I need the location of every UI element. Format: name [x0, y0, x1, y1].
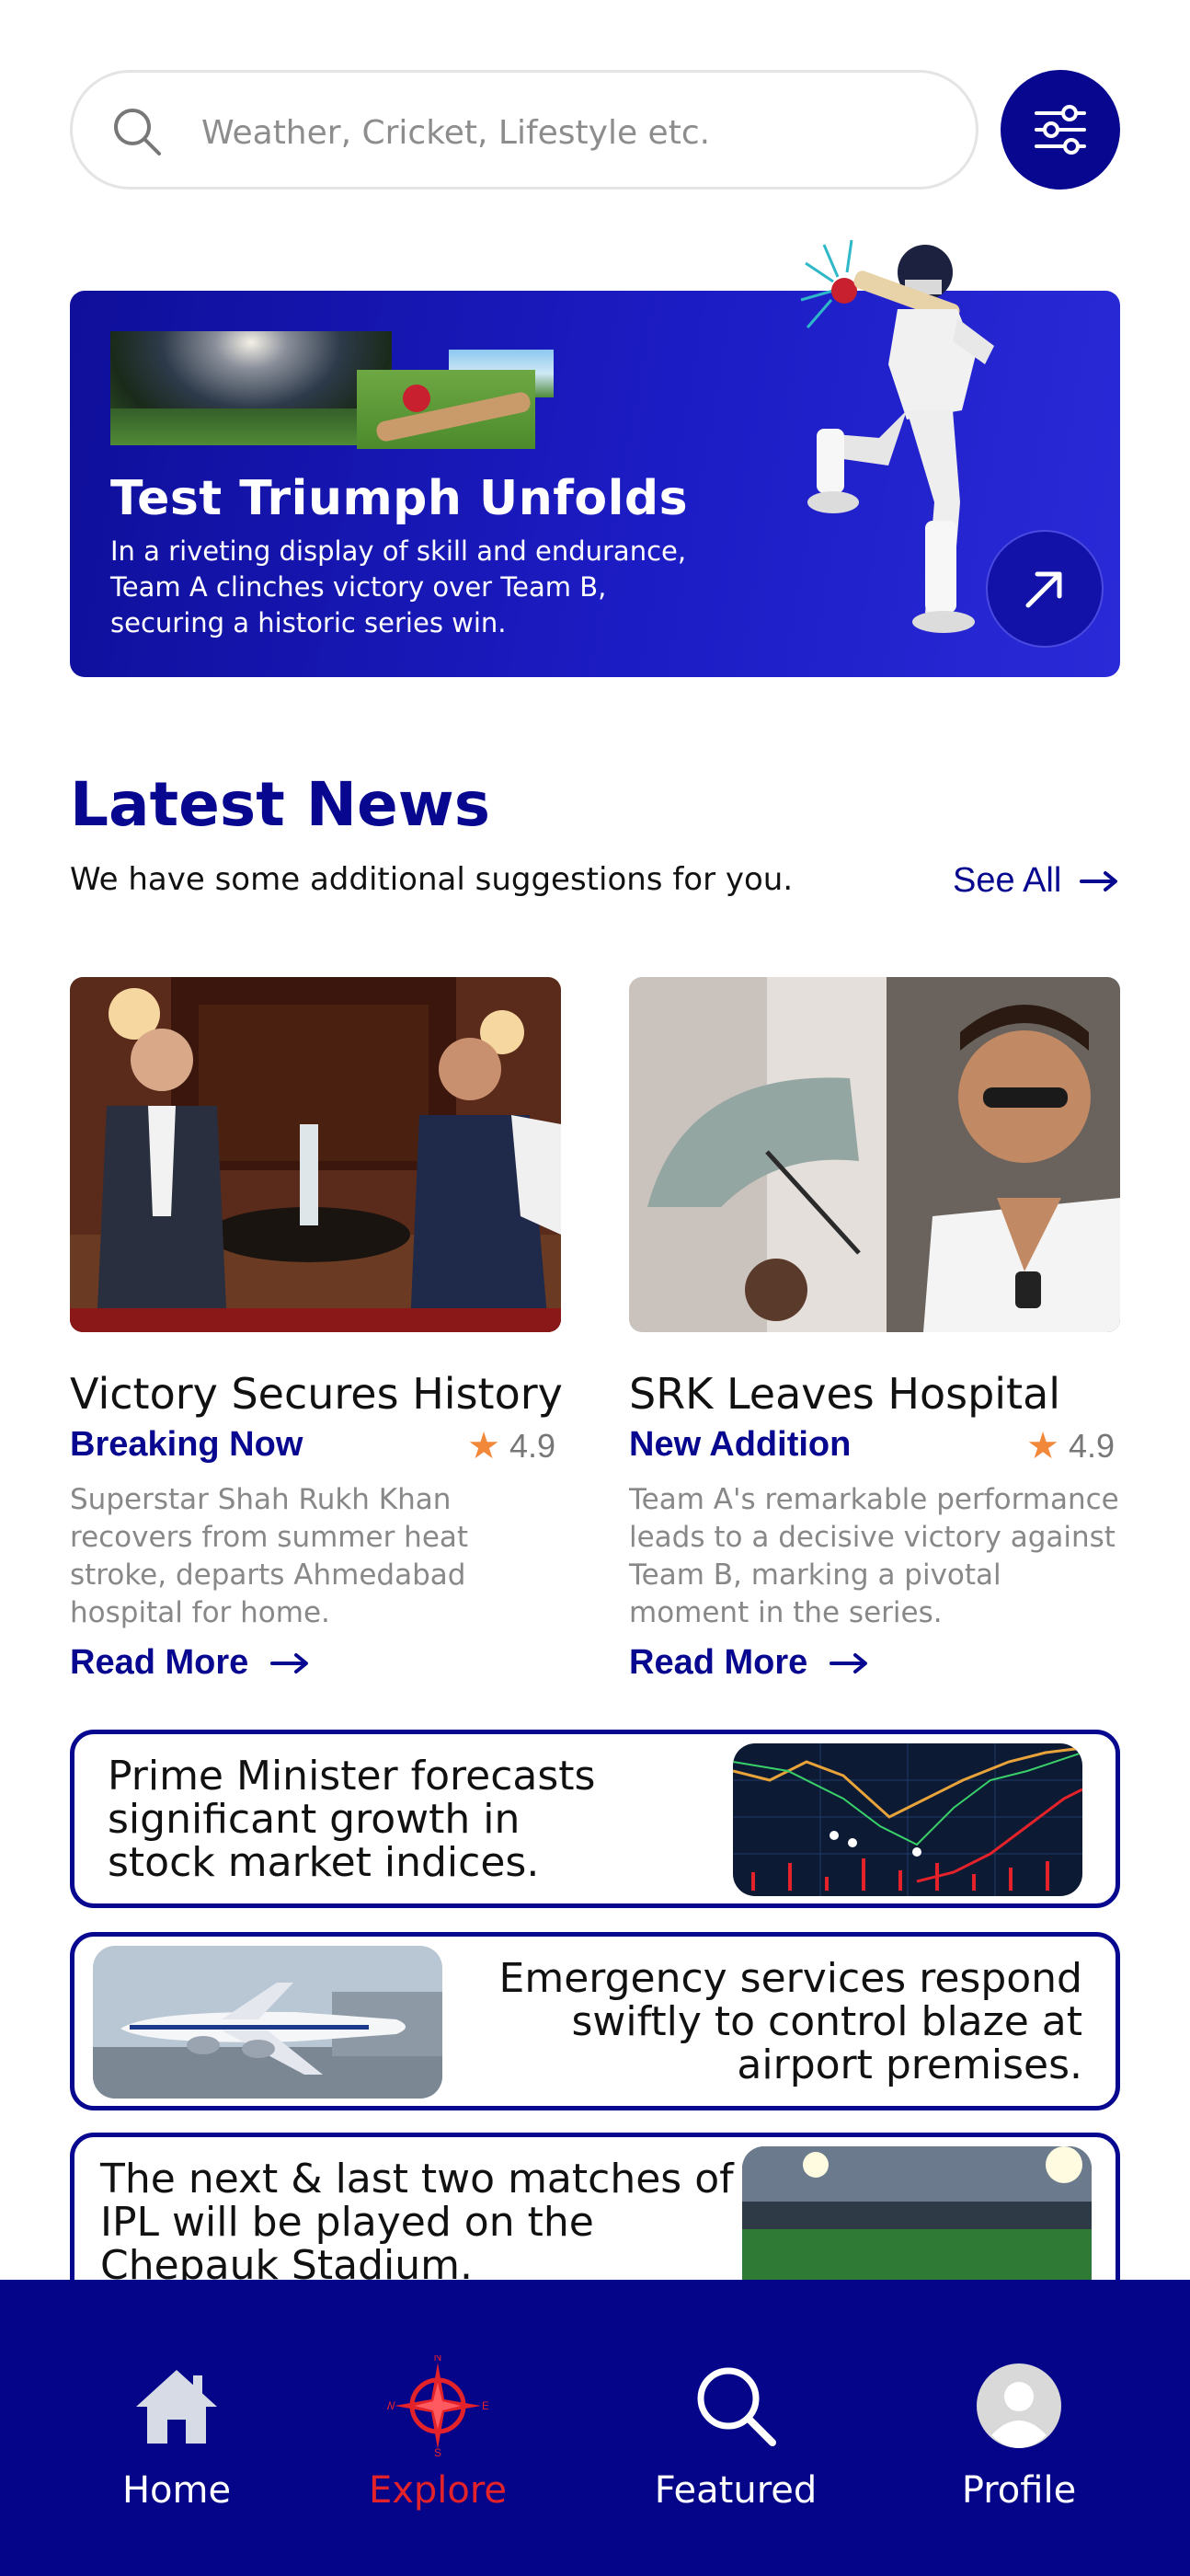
read-more-link[interactable]: Read More — [70, 1643, 309, 1683]
star-icon: ★ — [467, 1426, 500, 1466]
airplane-image — [93, 1946, 442, 2099]
search-icon — [114, 109, 161, 155]
celebrity-image — [629, 977, 1120, 1332]
bottom-navigation: Home N S W E Explore Featured Profile — [0, 2280, 1190, 2576]
hero-banner[interactable]: Test Triumph Unfolds In a riveting displ… — [70, 239, 1120, 677]
rating-value: 4.9 — [1068, 1427, 1115, 1465]
read-more-link[interactable]: Read More — [629, 1643, 868, 1683]
svg-text:S: S — [434, 2446, 441, 2456]
news-list-text: Emergency services respond swiftly to co… — [498, 1955, 1082, 2088]
interview-image — [70, 977, 561, 1332]
see-all-link[interactable]: See All — [953, 861, 1118, 901]
card-rating: ★ 4.9 — [1026, 1425, 1115, 1467]
compass-icon: N S W E — [387, 2355, 488, 2456]
latest-news-subtitle: We have some additional suggestions for … — [70, 861, 794, 898]
read-more-label: Read More — [629, 1643, 808, 1682]
card-title: Victory Secures History — [70, 1369, 563, 1419]
filter-button[interactable] — [1001, 70, 1120, 190]
card-description: Superstar Shah Rukh Khan recovers from s… — [70, 1483, 469, 1629]
nav-label: Featured — [654, 2469, 818, 2512]
news-list-text: The next & last two matches of IPL will … — [100, 2156, 734, 2289]
search-icon — [697, 2367, 776, 2446]
news-list-item[interactable]: Prime Minister forecasts significant gro… — [70, 1730, 1120, 1908]
stock-chart-image — [733, 1743, 1082, 1896]
home-icon — [136, 2370, 217, 2444]
stadium-image — [110, 331, 392, 445]
arrow-right-icon — [270, 1652, 309, 1673]
card-title: SRK Leaves Hospital — [629, 1369, 1061, 1419]
sliders-icon — [1035, 105, 1086, 155]
svg-text:N: N — [434, 2355, 442, 2363]
hero-open-button[interactable] — [986, 530, 1104, 648]
arrow-up-right-icon — [1025, 571, 1062, 608]
user-avatar-icon — [977, 2363, 1061, 2448]
search-input[interactable] — [201, 100, 937, 165]
card-tag: New Addition — [629, 1425, 852, 1464]
arrow-right-icon — [1080, 870, 1118, 891]
search-bar[interactable] — [70, 70, 978, 190]
nav-item-featured[interactable]: Featured — [625, 2280, 846, 2576]
bat-and-ball-image — [357, 370, 535, 449]
card-rating: ★ 4.9 — [467, 1425, 555, 1467]
hero-description: In a riveting display of skill and endur… — [110, 535, 687, 638]
news-list-text: Prime Minister forecasts significant gro… — [108, 1753, 596, 1886]
nav-label: Explore — [368, 2469, 508, 2512]
nav-item-explore[interactable]: N S W E Explore — [327, 2280, 548, 2576]
arrow-right-icon — [830, 1652, 868, 1673]
news-card[interactable]: Victory Secures History Breaking Now ★ 4… — [70, 977, 563, 1682]
star-icon: ★ — [1026, 1426, 1059, 1466]
svg-text:E: E — [482, 2399, 488, 2412]
nav-item-home[interactable]: Home — [66, 2280, 287, 2576]
nav-item-profile[interactable]: Profile — [909, 2280, 1129, 2576]
latest-news-title: Latest News — [70, 769, 490, 840]
news-list-item[interactable]: Emergency services respond swiftly to co… — [70, 1932, 1120, 2110]
card-description: Team A's remarkable performance leads to… — [629, 1483, 1119, 1629]
hero-title: Test Triumph Unfolds — [110, 471, 689, 526]
svg-text:W: W — [387, 2399, 395, 2412]
read-more-label: Read More — [70, 1643, 249, 1682]
stadium-image — [742, 2146, 1092, 2299]
news-card[interactable]: SRK Leaves Hospital New Addition ★ 4.9 T… — [629, 977, 1120, 1682]
nav-label: Home — [121, 2469, 232, 2512]
card-tag: Breaking Now — [70, 1425, 303, 1464]
see-all-label: See All — [953, 861, 1062, 900]
rating-value: 4.9 — [509, 1427, 555, 1465]
nav-label: Profile — [961, 2469, 1077, 2512]
